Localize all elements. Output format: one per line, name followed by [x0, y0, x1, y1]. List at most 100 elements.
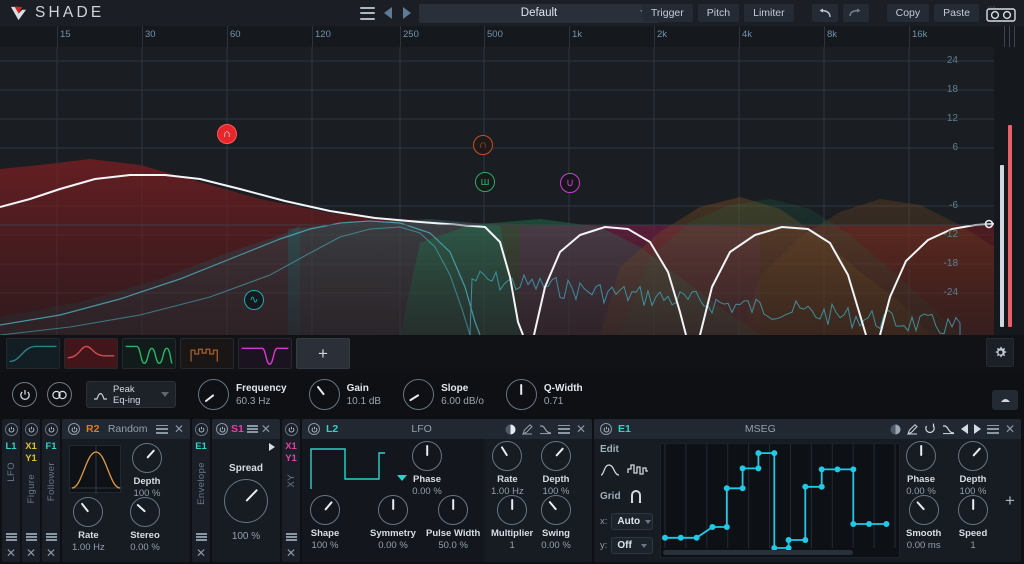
add-modulator-button[interactable]: +	[999, 439, 1021, 562]
mseg-smooth-curve-icon[interactable]	[600, 463, 620, 477]
next-preset-button[interactable]	[400, 7, 413, 20]
spread-menu-icon[interactable]	[246, 425, 258, 433]
pitch-button[interactable]: Pitch	[697, 4, 740, 22]
mseg-point[interactable]	[850, 466, 857, 473]
rail-xy-menu-icon[interactable]	[285, 533, 297, 541]
mseg-point[interactable]	[662, 534, 668, 541]
rail-figure-power-button[interactable]	[24, 423, 38, 436]
random-stereo-knob[interactable]	[130, 497, 160, 527]
rail-lfo-power-button[interactable]	[4, 423, 18, 436]
add-filter-button[interactable]: +	[296, 338, 350, 369]
rail-figure-tag[interactable]: X1	[25, 441, 37, 453]
mseg-smooth-knob[interactable]	[908, 495, 939, 525]
mseg-point[interactable]	[818, 466, 825, 473]
rail-follower-tag[interactable]: F1	[45, 441, 56, 453]
mseg-editor[interactable]	[660, 443, 900, 558]
lfo-power-button[interactable]	[308, 423, 320, 435]
mseg-y-grid-select[interactable]: Off	[611, 537, 654, 554]
lfo-waveform-display[interactable]	[309, 445, 391, 491]
expand-right-icon[interactable]	[269, 443, 275, 451]
lfo-symmetry-knob[interactable]	[377, 495, 408, 525]
band-power-button[interactable]	[12, 382, 37, 407]
mseg-power-button[interactable]	[600, 423, 612, 435]
rail-envelope-tag[interactable]: E1	[195, 441, 207, 453]
filter-thumb-lowshelf[interactable]	[6, 338, 60, 369]
lfo-menu-icon[interactable]	[557, 424, 570, 434]
mseg-point[interactable]	[771, 450, 778, 457]
random-close-icon[interactable]: ✕	[174, 423, 184, 435]
rail-follower-power-button[interactable]	[44, 423, 58, 436]
mseg-point[interactable]	[785, 537, 792, 543]
rail-follower-menu-icon[interactable]	[45, 533, 57, 541]
mseg-point[interactable]	[802, 483, 809, 490]
rail-xy-tag[interactable]: Y1	[285, 453, 297, 465]
uvi-logo-icon[interactable]: UVI	[984, 3, 1018, 23]
mseg-prev-icon[interactable]	[960, 424, 968, 434]
spread-power-button[interactable]	[216, 423, 228, 435]
lfo-shape-knob[interactable]	[310, 495, 340, 525]
band-node-peak[interactable]: ∩	[217, 124, 237, 144]
spread-close-icon[interactable]: ✕	[261, 423, 271, 435]
rail-lfo-tag[interactable]: L1	[5, 441, 16, 453]
rail-follower-close-icon[interactable]: ✕	[46, 547, 56, 559]
mseg-phase-circle-icon[interactable]	[890, 424, 901, 435]
rail-lfo-menu-icon[interactable]	[5, 533, 17, 541]
redo-button[interactable]	[842, 4, 869, 22]
band-node-notch[interactable]: ш	[475, 172, 495, 192]
rail-figure-menu-icon[interactable]	[25, 533, 37, 541]
lfo-phase-circle-icon[interactable]	[505, 424, 516, 435]
mseg-point[interactable]	[723, 524, 730, 530]
filter-thumb-formant[interactable]	[180, 338, 234, 369]
mseg-point[interactable]	[755, 450, 762, 457]
mseg-point[interactable]	[818, 483, 825, 490]
mseg-curve-shape-icon[interactable]	[942, 424, 955, 435]
copy-button[interactable]: Copy	[886, 4, 930, 22]
lfo-swing-knob[interactable]	[541, 495, 571, 525]
mseg-loop-icon[interactable]	[924, 423, 936, 435]
settings-button[interactable]	[986, 338, 1014, 367]
rail-lfo-close-icon[interactable]: ✕	[6, 547, 16, 559]
rail-xy-tag[interactable]: X1	[285, 441, 297, 453]
rail-xy-close-icon[interactable]: ✕	[286, 547, 296, 559]
mseg-next-icon[interactable]	[973, 424, 981, 434]
lfo-pencil-edit-icon[interactable]	[522, 423, 533, 435]
rail-envelope-close-icon[interactable]: ✕	[196, 547, 206, 559]
random-menu-icon[interactable]	[155, 424, 168, 434]
random-rate-knob[interactable]	[73, 497, 104, 527]
frequency-knob[interactable]	[198, 379, 229, 410]
mseg-point[interactable]	[739, 465, 746, 472]
mseg-magnet-icon[interactable]	[629, 489, 643, 504]
rail-figure-close-icon[interactable]: ✕	[26, 547, 36, 559]
collapse-panel-button[interactable]	[992, 390, 1018, 410]
mseg-point[interactable]	[693, 534, 700, 541]
lfo-depth-knob[interactable]	[541, 441, 571, 471]
mseg-close-icon[interactable]: ✕	[1005, 423, 1015, 435]
band-node-tilt[interactable]: ∿	[244, 290, 264, 310]
qwidth-knob[interactable]	[505, 379, 537, 410]
lfo-wave-dropdown-icon[interactable]	[397, 475, 407, 481]
mseg-x-grid-select[interactable]: Auto	[611, 513, 654, 530]
filter-thumb-comb[interactable]	[122, 338, 176, 369]
mseg-point[interactable]	[883, 521, 890, 527]
gain-knob[interactable]	[308, 379, 340, 410]
mseg-point[interactable]	[677, 534, 684, 541]
preset-menu-icon[interactable]	[360, 6, 375, 20]
rail-xy-power-button[interactable]	[284, 423, 298, 436]
band-type-selector[interactable]: Peak Eq-ing	[86, 381, 176, 408]
random-depth-knob[interactable]	[132, 443, 162, 473]
trigger-button[interactable]: Trigger	[641, 4, 693, 22]
band-node-bell[interactable]: ∩	[473, 135, 493, 155]
lfo-pulsewidth-knob[interactable]	[438, 495, 469, 525]
slope-knob[interactable]	[403, 379, 435, 410]
band-stereo-link-button[interactable]	[47, 382, 72, 407]
lfo-phase-knob[interactable]	[412, 441, 442, 471]
lfo-curve-shape-icon[interactable]	[539, 424, 552, 435]
mseg-point[interactable]	[723, 485, 730, 492]
mseg-pencil-edit-icon[interactable]	[907, 423, 918, 435]
mseg-point[interactable]	[739, 485, 746, 492]
mseg-point[interactable]	[834, 466, 841, 473]
mseg-phase-knob[interactable]	[906, 441, 936, 471]
lfo-rate-knob[interactable]	[492, 441, 523, 471]
mseg-point[interactable]	[850, 521, 857, 527]
mseg-point[interactable]	[866, 521, 873, 527]
